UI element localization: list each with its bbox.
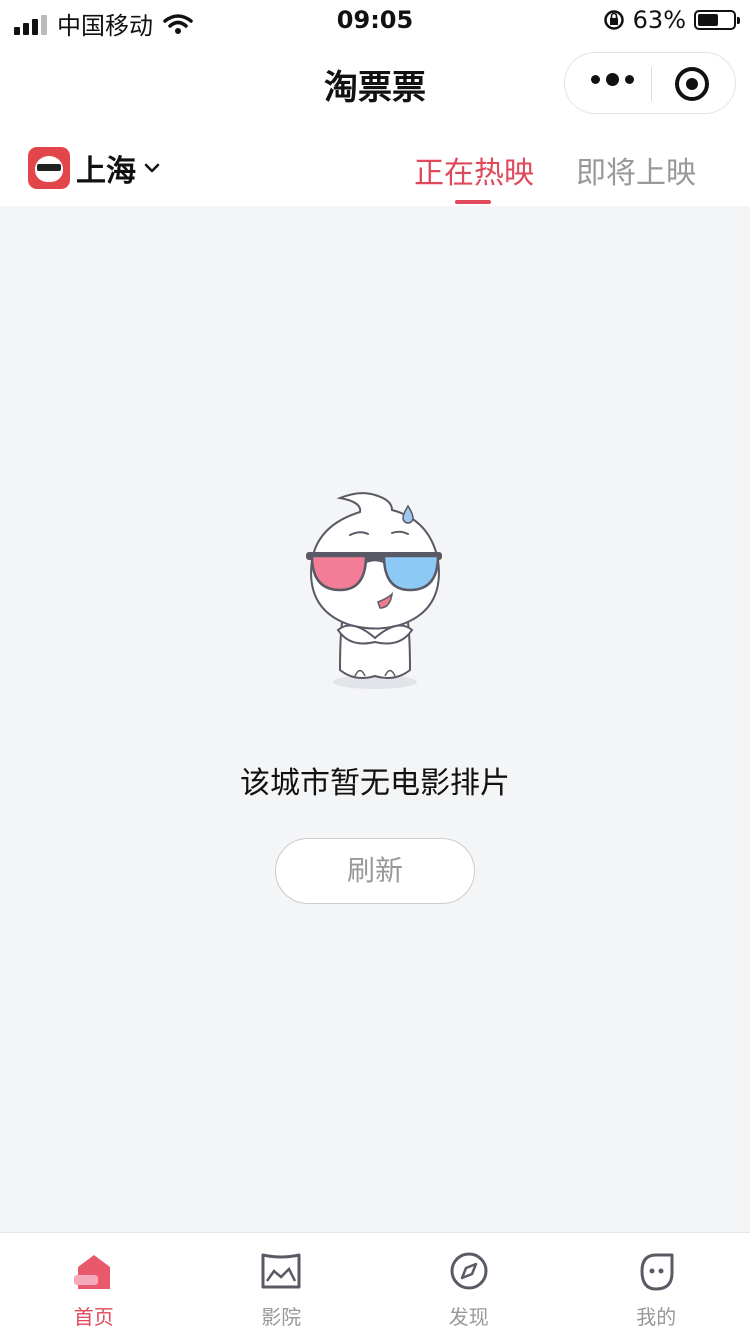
sub-header: 上海 正在热映 即将上映 (0, 128, 750, 206)
city-selector[interactable]: 上海 (28, 146, 160, 190)
bottom-tab-bar: 首页 影院 发现 我的 (0, 1232, 750, 1334)
miniprogram-capsule (564, 52, 736, 114)
tabbar-item-discover[interactable]: 发现 (375, 1233, 563, 1334)
battery-icon (694, 10, 740, 30)
tab-now-showing-label: 正在热映 (414, 156, 534, 191)
chevron-down-icon (144, 163, 160, 173)
compass-icon (450, 1252, 488, 1290)
profile-icon (640, 1253, 674, 1291)
close-miniprogram-button[interactable] (675, 67, 709, 101)
city-name: 上海 (76, 154, 136, 189)
empty-message: 该城市暂无电影排片 (240, 766, 510, 801)
tabbar-label-discover: 发现 (448, 1305, 489, 1329)
tabbar-item-cinema[interactable]: 影院 (188, 1233, 376, 1334)
app-logo-icon (28, 147, 70, 189)
tab-coming-soon[interactable]: 即将上映 (576, 148, 696, 192)
status-right: 63% (603, 6, 740, 34)
tabbar-label-profile: 我的 (636, 1305, 677, 1329)
mascot-illustration (306, 492, 442, 689)
tab-now-showing[interactable]: 正在热映 (414, 148, 534, 204)
tabbar-item-profile[interactable]: 我的 (563, 1233, 750, 1334)
battery-percent: 63% (632, 6, 686, 34)
active-tab-indicator (455, 200, 491, 204)
tabbar-item-home[interactable]: 首页 (0, 1233, 188, 1334)
status-bar: 中国移动 09:05 63% (0, 0, 750, 42)
movie-tabs: 正在热映 即将上映 (414, 148, 696, 204)
cinema-icon (261, 1253, 301, 1289)
tabbar-label-home: 首页 (73, 1305, 114, 1329)
tab-coming-soon-label: 即将上映 (576, 156, 696, 191)
refresh-button[interactable]: 刷新 (275, 838, 475, 904)
home-icon (73, 1255, 110, 1289)
more-menu-button[interactable] (591, 73, 634, 86)
tabbar-label-cinema: 影院 (261, 1305, 302, 1329)
rotation-lock-icon (603, 10, 624, 30)
nav-bar: 淘票票 (0, 42, 750, 128)
capsule-divider (651, 67, 652, 101)
